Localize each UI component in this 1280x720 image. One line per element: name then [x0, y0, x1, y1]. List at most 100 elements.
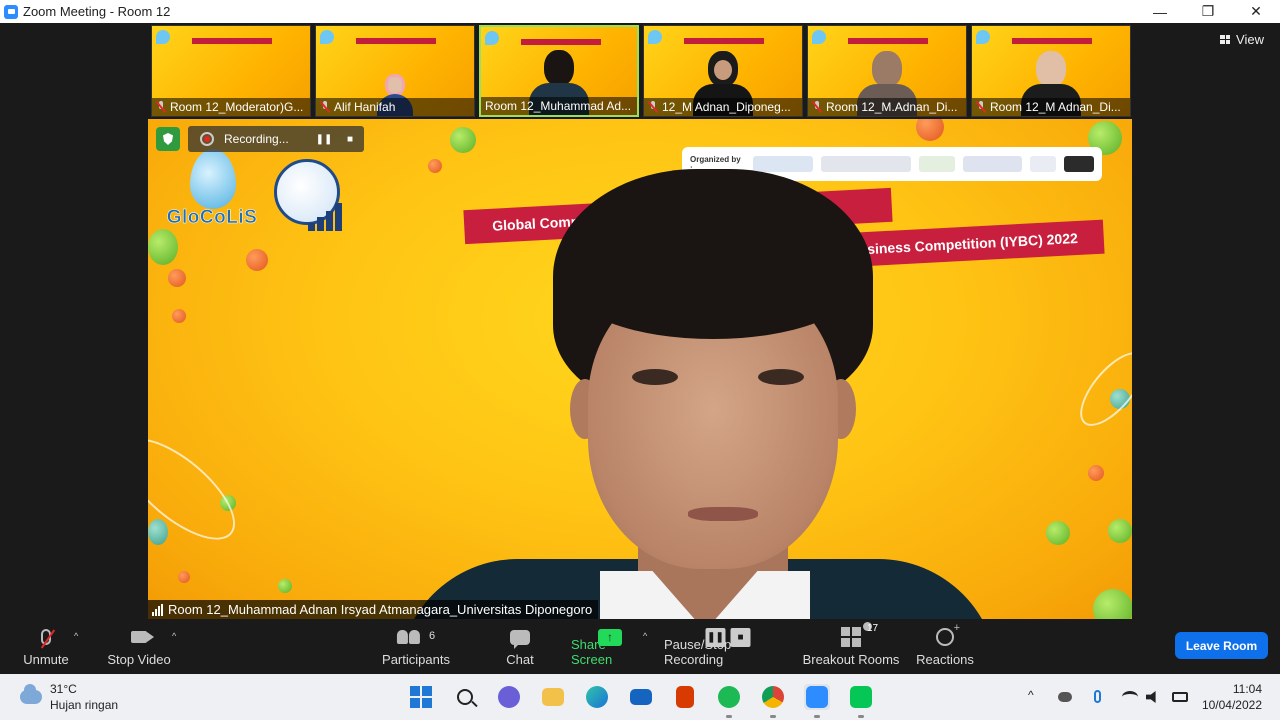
battery-icon[interactable]	[1172, 692, 1188, 702]
event-logo-icon	[320, 30, 334, 44]
tray-overflow-chevron-icon[interactable]: ^	[1028, 688, 1034, 702]
participant-name: Alif Hanifah	[334, 100, 396, 114]
decor-molecule	[246, 249, 268, 271]
breakout-rooms-label: Breakout Rooms	[802, 652, 900, 667]
edge-browser-icon[interactable]	[584, 684, 610, 710]
participant-name: Room 12_M Adnan_Di...	[990, 100, 1121, 114]
clock-time: 11:04	[1232, 682, 1262, 696]
decor-molecule	[450, 127, 476, 153]
thumbnail-banner	[684, 38, 764, 44]
grid-view-icon	[1220, 35, 1231, 44]
share-options-chevron-icon[interactable]: ^	[643, 631, 647, 641]
participant-thumbnail[interactable]: Room 12_M Adnan_Di...	[971, 25, 1131, 117]
video-options-chevron-icon[interactable]: ^	[172, 631, 176, 641]
participant-thumbnail[interactable]: Room 12_Moderator)G...	[151, 25, 311, 117]
cloud-sync-icon[interactable]	[1058, 692, 1072, 702]
line-app-icon[interactable]	[848, 684, 874, 718]
window-controls: — ❐ ✕	[1136, 0, 1280, 23]
system-clock[interactable]: 11:04 10/04/2022	[1202, 681, 1262, 713]
reactions-button[interactable]: Reactions	[915, 619, 975, 674]
rain-cloud-icon	[20, 684, 42, 704]
participant-thumbnail-active[interactable]: Room 12_Muhammad Ad...	[479, 25, 639, 117]
decor-molecule	[916, 119, 944, 141]
glocolis-logo: GloCoLiS	[162, 149, 262, 241]
chrome-icon[interactable]	[760, 684, 786, 718]
leave-room-button[interactable]: Leave Room	[1175, 632, 1268, 659]
decor-molecule	[1108, 519, 1132, 543]
decor-molecule	[278, 579, 292, 593]
speaker-mouth	[688, 507, 758, 521]
thumbnail-label: Room 12_Muhammad Ad...	[481, 97, 637, 115]
muted-mic-icon	[320, 101, 330, 113]
teams-chat-icon[interactable]	[496, 684, 522, 710]
wifi-icon[interactable]	[1122, 691, 1138, 703]
participant-thumbnail[interactable]: 12_M Adnan_Diponeg...	[643, 25, 803, 117]
windows-start-icon[interactable]	[408, 684, 434, 710]
participant-name: Room 12_M.Adnan_Di...	[826, 100, 958, 114]
pause-recording-icon[interactable]: ❚❚	[314, 129, 334, 149]
sponsor-logo	[753, 156, 814, 172]
thumbnail-banner	[1012, 38, 1092, 44]
water-drop-icon	[190, 149, 236, 209]
reactions-smiley-icon	[936, 622, 960, 648]
speaker-fringe	[568, 229, 858, 339]
volume-icon[interactable]	[1146, 691, 1156, 703]
stop-recording-icon[interactable]: ■	[340, 129, 360, 149]
restore-button[interactable]: ❐	[1184, 0, 1232, 23]
participant-thumbnail-strip: Room 12_Moderator)G... Alif Hanifah Room…	[151, 25, 1131, 117]
participant-name: 12_M Adnan_Diponeg...	[662, 100, 791, 114]
thumbnail-label: 12_M Adnan_Diponeg...	[644, 98, 802, 116]
share-screen-button[interactable]: ↑ Share Screen	[571, 619, 649, 674]
muted-mic-icon	[648, 101, 658, 113]
decor-molecule	[1088, 465, 1104, 481]
thumbnail-banner	[192, 38, 272, 44]
participants-count: 6	[428, 630, 436, 642]
stop-icon: ■	[730, 627, 751, 647]
speaker-eye	[758, 369, 804, 385]
share-screen-icon: ↑	[598, 626, 622, 648]
participants-button[interactable]: 6 Participants	[378, 619, 454, 674]
participant-name: Room 12_Moderator)G...	[170, 100, 304, 114]
thumbnail-label: Room 12_M Adnan_Di...	[972, 98, 1130, 116]
close-button[interactable]: ✕	[1232, 0, 1280, 23]
office-icon[interactable]	[672, 684, 698, 710]
breakout-rooms-button[interactable]: 17 Breakout Rooms	[802, 619, 900, 674]
view-button[interactable]: View	[1220, 32, 1264, 47]
muted-mic-icon	[812, 101, 822, 113]
event-logo-icon	[976, 30, 990, 44]
event-logo-icon	[156, 30, 170, 44]
sponsor-logo	[962, 156, 1023, 172]
participants-icon: 6	[396, 626, 436, 648]
decor-molecule	[1046, 521, 1070, 545]
recording-label: Recording...	[224, 132, 289, 146]
glocolis-logo-text: GloCoLiS	[166, 207, 258, 229]
clock-date: 10/04/2022	[1201, 698, 1262, 712]
thumbnail-label: Room 12_Moderator)G...	[152, 98, 310, 116]
decor-molecule	[428, 159, 442, 173]
zoom-icon[interactable]	[804, 684, 830, 718]
os-taskbar: 31°C Hujan ringan ^ 11:04 10/04/2022	[0, 674, 1280, 720]
participants-label: Participants	[382, 652, 450, 667]
chat-button[interactable]: Chat	[500, 619, 540, 674]
event-logo-icon	[812, 30, 826, 44]
search-icon[interactable]	[452, 684, 478, 710]
participant-thumbnail[interactable]: Room 12_M.Adnan_Di...	[807, 25, 967, 117]
participant-thumbnail[interactable]: Alif Hanifah	[315, 25, 475, 117]
microphone-tray-icon[interactable]	[1094, 690, 1101, 703]
file-explorer-icon[interactable]	[540, 684, 566, 710]
audio-options-chevron-icon[interactable]: ^	[74, 631, 78, 641]
speaker-name-label: Room 12_Muhammad Adnan Irsyad Atmanagara…	[148, 600, 599, 619]
minimize-button[interactable]: —	[1136, 0, 1184, 23]
unmute-button[interactable]: Unmute	[16, 619, 76, 674]
decor-molecule	[1093, 589, 1132, 619]
stop-video-button[interactable]: Stop Video	[104, 619, 174, 674]
recording-indicator: Recording... ❚❚ ■	[188, 126, 364, 152]
zoom-app-icon	[4, 4, 18, 19]
pause-stop-recording-button[interactable]: ❚❚ ■ Pause/Stop Recording	[664, 619, 792, 674]
window-title: Zoom Meeting - Room 12	[23, 4, 171, 19]
security-shield-icon[interactable]	[156, 127, 180, 151]
spotify-icon[interactable]	[716, 684, 742, 718]
weather-widget[interactable]: 31°C Hujan ringan	[20, 682, 118, 712]
mail-icon[interactable]	[628, 684, 654, 710]
title-bar: Zoom Meeting - Room 12 — ❐ ✕	[0, 0, 1280, 23]
